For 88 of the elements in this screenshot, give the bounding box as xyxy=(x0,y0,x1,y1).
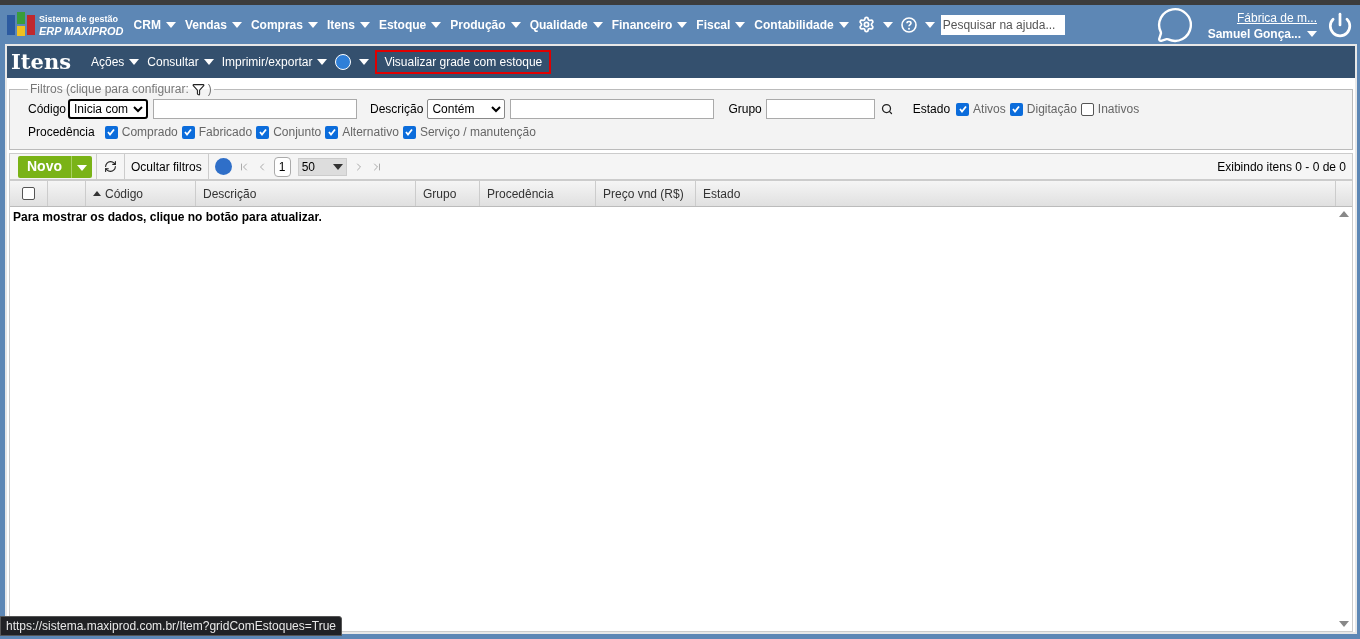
caret-icon xyxy=(924,21,935,28)
page-title: Itens xyxy=(11,48,71,77)
caret-icon xyxy=(431,21,442,28)
chat-icon[interactable] xyxy=(1155,5,1194,44)
caret-icon xyxy=(735,21,746,28)
field-label: Procedência xyxy=(28,124,95,141)
caret-icon xyxy=(838,21,849,28)
checkbox[interactable] xyxy=(181,125,195,139)
action-menu[interactable]: Ações xyxy=(91,53,140,71)
checkbox-label: Comprado xyxy=(121,124,178,141)
empty-message: Para mostrar os dados, clique no botão para atualizar. xyxy=(13,210,322,224)
filters-legend: Filtros (clique para configurar: xyxy=(30,80,189,98)
caret-icon xyxy=(1307,30,1317,37)
filter-icon[interactable] xyxy=(191,82,205,96)
sort-ascending-icon xyxy=(93,191,101,196)
column-header[interactable]: Descrição xyxy=(196,181,416,206)
column-header[interactable]: Grupo xyxy=(416,181,480,206)
menu-item[interactable]: Financeiro xyxy=(611,15,688,34)
items-summary: Exibindo itens 0 - 0 de 0 xyxy=(1217,158,1346,176)
menu-item[interactable]: Compras xyxy=(250,15,318,34)
checkbox-label: Fabricado xyxy=(198,124,253,141)
logo-subtitle: Sistema de gestão xyxy=(39,12,120,25)
column-header[interactable]: Procedência xyxy=(480,181,596,206)
company-link[interactable]: Fábrica de m... xyxy=(1236,9,1317,26)
checkbox[interactable] xyxy=(402,125,416,139)
checkbox[interactable] xyxy=(256,125,270,139)
description-field[interactable] xyxy=(510,99,715,119)
caret-icon xyxy=(165,21,176,28)
select-all-checkbox[interactable] xyxy=(22,187,35,200)
page-number[interactable]: 1 xyxy=(273,156,291,177)
power-icon[interactable] xyxy=(1327,11,1353,38)
column-header[interactable]: Estado xyxy=(696,181,1336,206)
menu-item[interactable]: Vendas xyxy=(184,15,242,34)
code-mode-select[interactable]: Inicia com xyxy=(68,99,149,119)
refresh-icon[interactable] xyxy=(104,160,117,173)
caret-icon xyxy=(231,21,242,28)
settings-icon[interactable] xyxy=(857,16,875,33)
filters-legend-end: ) xyxy=(207,81,212,98)
search-icon[interactable] xyxy=(880,103,893,115)
menu-item[interactable]: Fiscal xyxy=(696,15,746,34)
checkbox-label: Digitação xyxy=(1026,101,1077,118)
caret-icon xyxy=(203,59,214,65)
checkbox-label: Alternativo xyxy=(342,124,399,141)
hide-filters-button[interactable]: Ocultar filtros xyxy=(125,157,208,176)
checkbox[interactable] xyxy=(956,102,970,116)
group-field[interactable] xyxy=(765,99,875,119)
caret-icon xyxy=(317,59,328,65)
user-menu[interactable]: Samuel Gonça... xyxy=(1207,25,1317,42)
checkbox[interactable] xyxy=(1080,102,1094,116)
caret-icon xyxy=(359,21,370,28)
menu-item[interactable]: Itens xyxy=(326,15,370,34)
field-label: Grupo xyxy=(728,101,762,118)
column-header[interactable]: Preço vnd (R$) xyxy=(596,181,696,206)
field-label: Código xyxy=(28,101,67,118)
code-field[interactable] xyxy=(153,99,358,119)
column-header[interactable]: Código xyxy=(86,181,196,206)
caret-icon xyxy=(882,21,893,28)
checkbox[interactable] xyxy=(104,125,118,139)
menu-item[interactable]: Produção xyxy=(450,15,521,34)
checkbox-label: Inativos xyxy=(1097,101,1140,118)
menu-item[interactable]: Contabilidade xyxy=(754,15,849,34)
checkbox[interactable] xyxy=(325,125,339,139)
description-mode-select[interactable]: Contém xyxy=(427,99,506,119)
menu-item[interactable]: CRM xyxy=(133,15,176,34)
caret-icon xyxy=(510,21,521,28)
caret-icon xyxy=(129,59,140,65)
view-stock-grid-button[interactable]: Visualizar grade com estoque xyxy=(375,50,552,74)
page-size-select[interactable]: 50 xyxy=(297,157,347,176)
checkbox-label: Conjunto xyxy=(273,124,322,141)
caret-icon xyxy=(677,21,688,28)
action-menu[interactable]: Consultar xyxy=(147,53,214,71)
menu-item[interactable]: Estoque xyxy=(378,15,442,34)
status-url-tooltip: https://sistema.maxiprod.com.br/Item?gridComEstoques=True xyxy=(0,616,343,636)
field-label: Descrição xyxy=(370,101,424,118)
caret-icon xyxy=(592,21,603,28)
caret-icon xyxy=(307,21,318,28)
menu-item[interactable]: Qualidade xyxy=(529,15,603,34)
action-menu[interactable]: Imprimir/exportar xyxy=(221,53,328,71)
checkbox-label: Serviço / manutenção xyxy=(419,124,536,141)
help-search-field[interactable]: Pesquisar na ajuda... xyxy=(940,14,1065,35)
checkbox-label: Ativos xyxy=(973,101,1006,118)
logo-title: ERP MAXIPROD xyxy=(39,24,124,37)
checkbox[interactable] xyxy=(1009,102,1023,116)
field-label: Estado xyxy=(912,101,951,118)
caret-icon xyxy=(77,164,87,171)
logo-icon xyxy=(7,11,35,38)
caret-icon xyxy=(359,59,370,65)
caret-icon xyxy=(332,163,343,170)
